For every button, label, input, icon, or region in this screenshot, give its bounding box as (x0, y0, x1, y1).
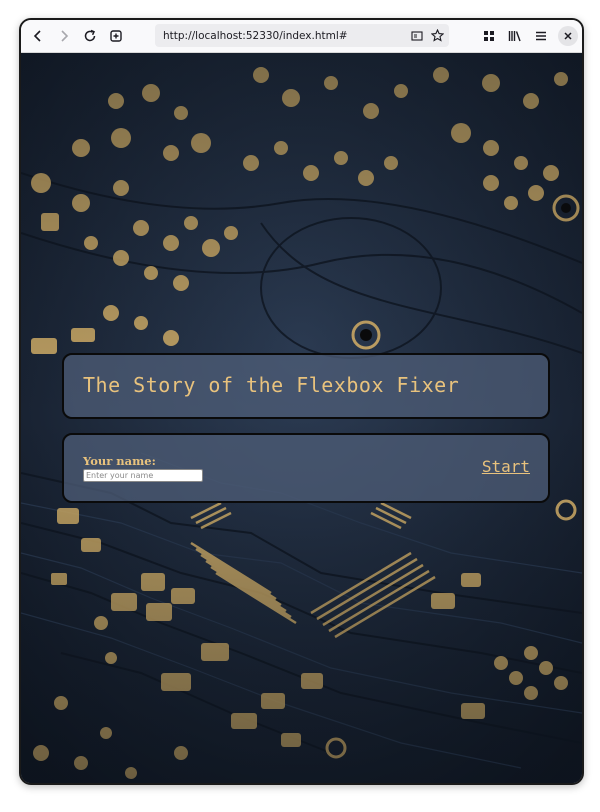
name-input[interactable] (83, 469, 203, 482)
extensions-icon (484, 31, 494, 41)
title-card: The Story of the Flexbox Fixer (62, 353, 550, 419)
url-text[interactable]: http://localhost:52330/index.html# (155, 30, 409, 42)
name-label: Your name: (83, 454, 156, 468)
page-title: The Story of the Flexbox Fixer (83, 373, 460, 397)
name-form-card: Your name: Start (62, 433, 550, 503)
menu-button[interactable] (528, 23, 554, 49)
url-bar[interactable]: http://localhost:52330/index.html# (155, 24, 449, 47)
reload-icon (84, 29, 96, 42)
new-tab-button[interactable] (103, 23, 129, 49)
new-tab-icon (110, 30, 122, 42)
back-arrow-icon (33, 30, 41, 42)
browser-window: http://localhost:52330/index.html# The S… (19, 18, 584, 785)
hamburger-menu-icon (536, 31, 546, 41)
forward-button[interactable] (51, 23, 77, 49)
close-window-button[interactable] (558, 26, 578, 46)
reader-view-icon[interactable] (409, 28, 425, 44)
reload-button[interactable] (77, 23, 103, 49)
page-viewport: The Story of the Flexbox Fixer Your name… (21, 53, 582, 783)
forward-arrow-icon (61, 30, 69, 42)
back-button[interactable] (25, 23, 51, 49)
library-icon (508, 31, 521, 42)
library-button[interactable] (502, 23, 528, 49)
start-link[interactable]: Start (482, 457, 530, 476)
browser-toolbar: http://localhost:52330/index.html# (21, 20, 582, 53)
extensions-button[interactable] (476, 23, 502, 49)
close-icon (564, 32, 572, 40)
star-icon[interactable] (429, 28, 445, 44)
toolbar-right (476, 23, 578, 49)
